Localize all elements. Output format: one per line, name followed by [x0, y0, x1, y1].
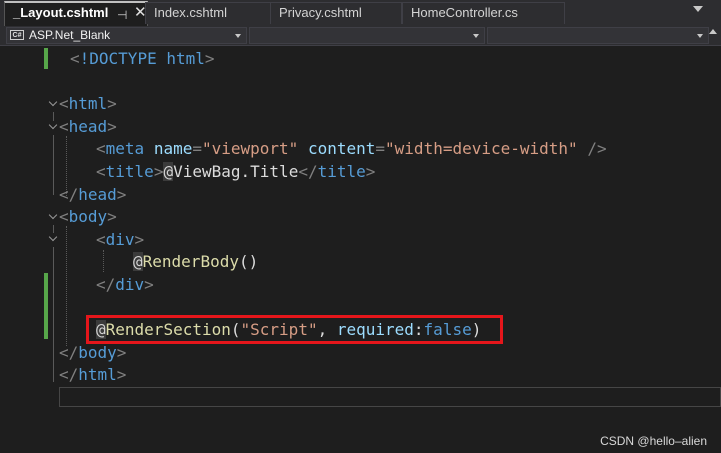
current-line-indicator	[59, 387, 721, 407]
tab-label: Privacy.cshtml	[279, 5, 362, 20]
fold-arrow-icon[interactable]	[48, 121, 58, 131]
tab-homecontroller-cs[interactable]: HomeController.cs	[402, 2, 565, 24]
navigation-bar: C# ASP.Net_Blank	[0, 26, 721, 46]
fold-line	[53, 112, 54, 121]
tab-label: Index.cshtml	[154, 5, 227, 20]
code-line-body-close: </body>	[59, 343, 127, 362]
fold-line	[53, 247, 54, 382]
fold-line	[53, 135, 54, 195]
code-line-html-open: <html>	[59, 94, 117, 113]
document-tab-strip: _Layout.cshtml ⊣ ✕ Index.cshtml Privacy.…	[0, 0, 721, 26]
project-dropdown[interactable]: C# ASP.Net_Blank	[6, 27, 247, 44]
indent-guide	[103, 250, 104, 272]
chevron-down-icon	[235, 34, 241, 38]
code-line-div-close: </div>	[96, 275, 154, 294]
fold-arrow-icon[interactable]	[48, 211, 58, 221]
code-line-doctype: <!DOCTYPE html>	[70, 49, 215, 68]
split-editor-icon[interactable]	[709, 29, 717, 34]
code-line-meta: <meta name="viewport" content="width=dev…	[96, 139, 607, 158]
chevron-down-icon	[473, 34, 479, 38]
code-editor[interactable]: <!DOCTYPE html> <html> <head> <meta name…	[0, 46, 721, 453]
project-name: ASP.Net_Blank	[29, 28, 111, 42]
tab-overflow-chevron-icon[interactable]	[693, 6, 703, 12]
watermark: CSDN @hello–alien	[600, 434, 707, 448]
indent-guide	[66, 226, 67, 346]
change-marker	[44, 273, 48, 339]
code-line-head-open: <head>	[59, 117, 117, 136]
fold-arrow-icon[interactable]	[48, 233, 58, 243]
tab-index-cshtml[interactable]: Index.cshtml	[145, 2, 272, 24]
tab-label: _Layout.cshtml	[13, 5, 109, 20]
code-line-body-open: <body>	[59, 207, 117, 226]
code-line-renderbody: @RenderBody()	[133, 252, 259, 271]
type-dropdown[interactable]	[249, 27, 485, 44]
annotation-highlight-box	[86, 315, 503, 344]
code-line-title: <title>@ViewBag.Title</title>	[96, 162, 376, 181]
code-line-head-close: </head>	[59, 185, 127, 204]
code-line-html-close: </html>	[59, 365, 127, 384]
member-dropdown[interactable]	[487, 27, 709, 44]
fold-line	[53, 225, 54, 233]
pin-icon[interactable]: ⊣	[117, 5, 127, 25]
tab-layout-cshtml[interactable]: _Layout.cshtml ⊣ ✕	[4, 1, 148, 26]
tab-privacy-cshtml[interactable]: Privacy.cshtml	[270, 2, 402, 24]
chevron-down-icon	[697, 34, 703, 38]
tab-label: HomeController.cs	[411, 5, 518, 20]
code-line-div-open: <div>	[96, 230, 145, 249]
change-marker	[44, 48, 48, 69]
fold-arrow-icon[interactable]	[48, 98, 58, 108]
csharp-project-icon: C#	[10, 30, 24, 40]
